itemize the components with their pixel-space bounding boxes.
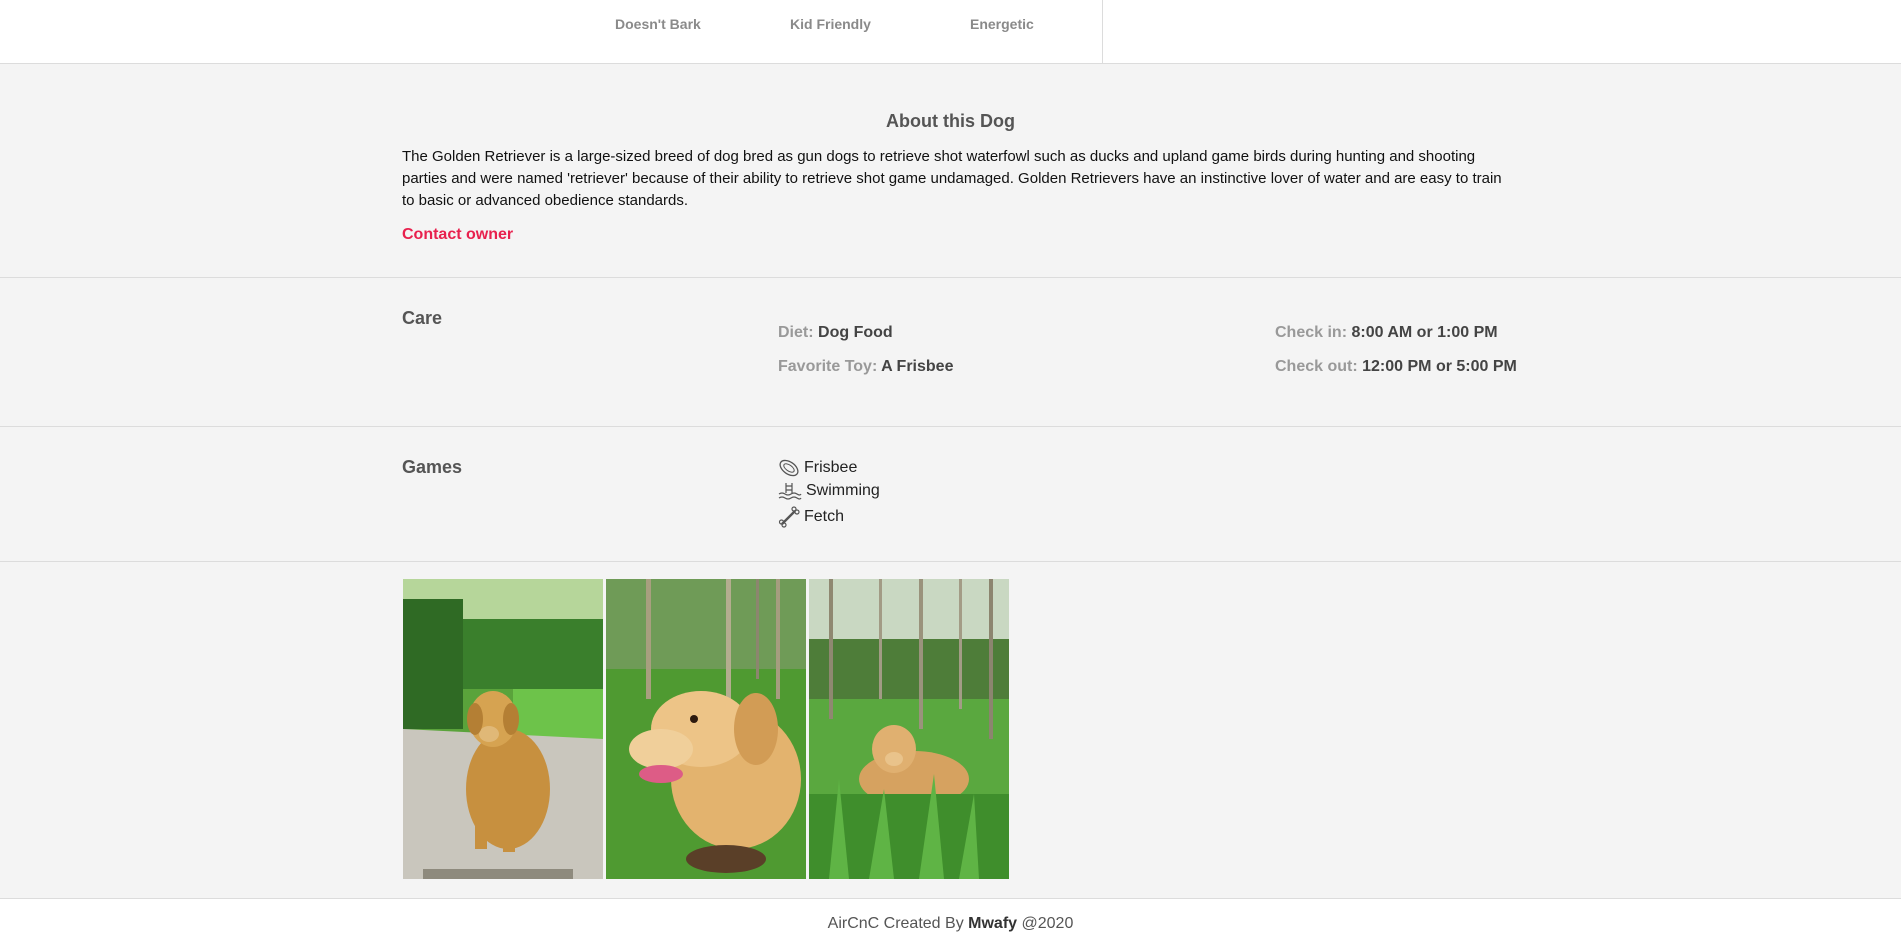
footer-suffix: @2020 [1021, 915, 1074, 932]
game-item-fetch: Fetch [778, 506, 844, 528]
contact-owner-link[interactable]: Contact owner [402, 226, 513, 244]
bone-icon [778, 506, 800, 528]
game-label: Fetch [804, 508, 845, 525]
trait-energetic: Energetic [970, 16, 1034, 32]
game-label: Frisbee [804, 459, 858, 476]
traits-bar: Doesn't Bark Kid Friendly Energetic [0, 0, 1901, 64]
favorite-toy-row: Favorite Toy: A Frisbee [778, 358, 953, 376]
care-heading: Care [402, 308, 443, 328]
check-out-row: Check out: 12:00 PM or 5:00 PM [1275, 358, 1517, 376]
photo-gallery [0, 562, 1901, 899]
dog-photo-lying-grass[interactable] [809, 579, 1009, 879]
games-section: Games Frisbee Swimming Fetch [0, 427, 1901, 562]
footer-prefix: AirCnC Created By [827, 915, 964, 932]
favorite-toy-value: A Frisbee [881, 358, 954, 375]
games-heading: Games [402, 457, 463, 477]
care-section: Care Diet: Dog Food Favorite Toy: A Fris… [0, 278, 1901, 427]
diet-row: Diet: Dog Food [778, 324, 893, 342]
diet-value: Dog Food [818, 324, 893, 341]
dog-photo-sitting[interactable] [403, 579, 603, 879]
diet-label: Diet: [778, 324, 814, 341]
check-in-row: Check in: 8:00 AM or 1:00 PM [1275, 324, 1498, 342]
footer: AirCnC Created By Mwafy @2020 [0, 899, 1901, 949]
check-in-value: 8:00 AM or 1:00 PM [1351, 324, 1498, 341]
footer-author: Mwafy [968, 915, 1018, 932]
about-description: The Golden Retriever is a large-sized br… [402, 148, 1502, 209]
traits-divider [1102, 0, 1103, 63]
about-section: About this Dog The Golden Retriever is a… [0, 64, 1901, 278]
check-out-value: 12:00 PM or 5:00 PM [1362, 358, 1517, 375]
favorite-toy-label: Favorite Toy: [778, 358, 878, 375]
game-item-swimming: Swimming [778, 481, 880, 501]
check-out-label: Check out: [1275, 358, 1358, 375]
trait-kid-friendly: Kid Friendly [790, 16, 871, 32]
frisbee-icon [779, 459, 799, 477]
check-in-label: Check in: [1275, 324, 1348, 341]
dog-photo-closeup[interactable] [606, 579, 806, 879]
about-title: About this Dog [886, 111, 1015, 131]
game-label: Swimming [806, 482, 880, 499]
swimming-icon [778, 483, 802, 500]
game-item-frisbee: Frisbee [778, 457, 857, 479]
trait-doesnt-bark: Doesn't Bark [615, 16, 701, 32]
